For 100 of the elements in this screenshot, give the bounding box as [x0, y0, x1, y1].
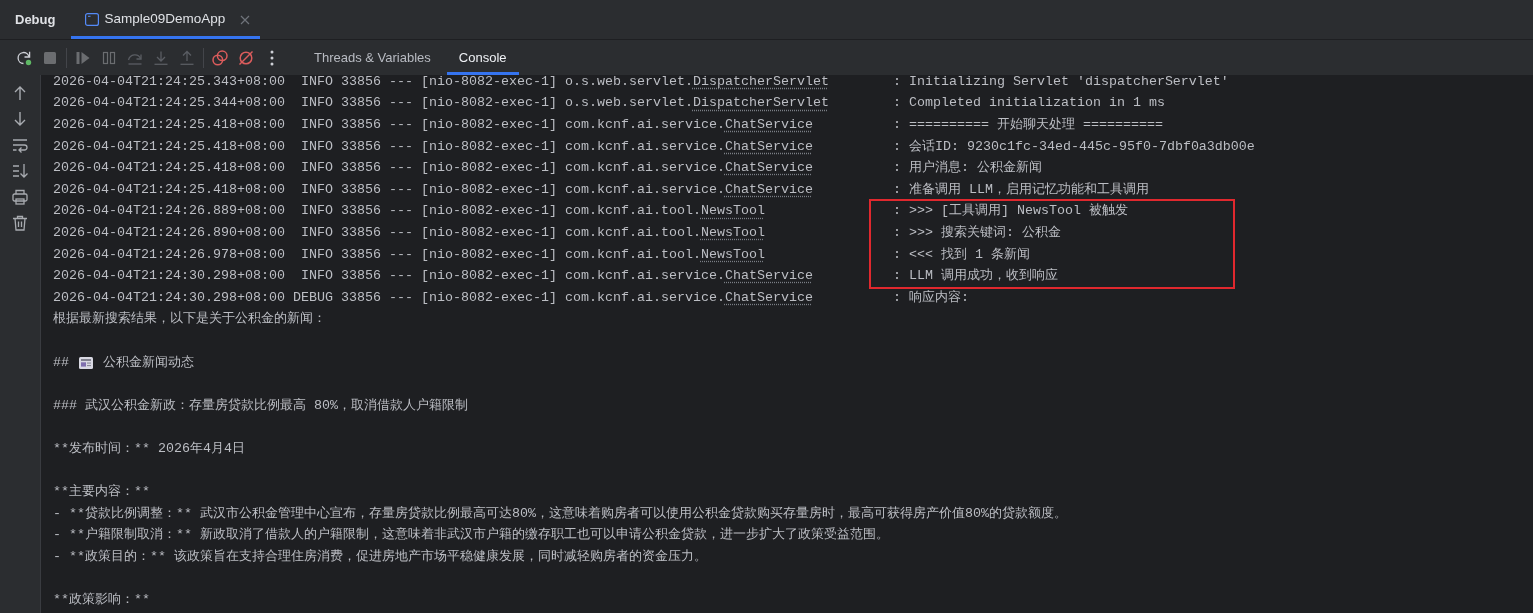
response-line: 根据最新搜索结果，以下是关于公积金的新闻：: [53, 311, 326, 328]
trash-icon[interactable]: [12, 215, 28, 231]
log-separator: ---: [388, 75, 413, 90]
log-timestamp: 2026-04-04T21:24:26.889+08:00: [53, 203, 285, 220]
log-separator: ---: [388, 224, 413, 241]
log-separator: ---: [388, 160, 413, 177]
log-level: INFO: [300, 224, 333, 241]
log-level: INFO: [300, 268, 333, 285]
log-separator: ---: [388, 289, 413, 306]
logger-class-link[interactable]: NewsTool: [700, 224, 765, 241]
log-message: : 会话ID: 9230c1fc-34ed-445c-95f0-7dbf0a3db00e: [892, 138, 1255, 155]
log-pid: 33856: [340, 268, 381, 285]
circular-arrow-icon[interactable]: [16, 49, 32, 66]
logger-package: o.s.web.servlet.: [564, 95, 693, 112]
slashed-circle-icon[interactable]: [238, 49, 254, 66]
log-thread: [nio-8082-exec-1]: [420, 203, 557, 220]
close-icon[interactable]: [240, 14, 251, 25]
log-separator: ---: [388, 181, 413, 198]
logger-class-link[interactable]: ChatService: [724, 268, 813, 285]
response-line: - **贷款比例调整：** 武汉市公积金管理中心宣布，存量房贷款比例最高可达80%，这意味着购房者可以使用公积金贷款购买存量房时，最高可获得房产价值80%的贷款额度。: [53, 505, 1067, 522]
log-separator: ---: [388, 268, 413, 285]
logger-package: com.kcnf.ai.tool.: [564, 246, 701, 263]
heading-marker: ##: [53, 354, 69, 371]
log-message: : <<< 找到 1 条新闻: [892, 246, 1030, 263]
log-pid: 33856: [340, 95, 381, 112]
response-line: **主要内容：**: [53, 484, 150, 501]
arrow-up-icon[interactable]: [12, 85, 28, 101]
logger-package: com.kcnf.ai.service.: [564, 181, 725, 198]
log-message: : Completed initialization in 1 ms: [892, 95, 1165, 112]
view-tab[interactable]: Threads & Variables: [302, 40, 443, 75]
log-message: : LLM 调用成功，收到响应: [892, 268, 1058, 285]
response-line: ### 武汉公积金新政：存量房贷款比例最高 80%，取消借款人户籍限制: [53, 397, 468, 414]
log-timestamp: 2026-04-04T21:24:25.418+08:00: [53, 181, 285, 198]
log-message: : ========== 开始聊天处理 ==========: [892, 117, 1163, 133]
logger-class-link[interactable]: ChatService: [724, 160, 813, 177]
log-thread: [nio-8082-exec-1]: [420, 138, 557, 155]
logger-class-link[interactable]: NewsTool: [700, 246, 765, 263]
log-separator: ---: [388, 95, 413, 112]
log-level: INFO: [300, 138, 333, 155]
log-message: : 准备调用 LLM，启用记忆功能和工具调用: [892, 181, 1149, 198]
logger-class-link[interactable]: DispatcherServlet: [692, 95, 829, 112]
log-pid: 33856: [340, 203, 381, 220]
log-pid: 33856: [340, 224, 381, 241]
log-timestamp: 2026-04-04T21:24:25.343+08:00: [53, 75, 285, 90]
log-pid: 33856: [340, 138, 381, 155]
logger-class-link[interactable]: ChatService: [724, 289, 813, 306]
log-level: DEBUG: [292, 289, 333, 306]
printer-icon[interactable]: [12, 189, 28, 205]
log-thread: [nio-8082-exec-1]: [420, 117, 557, 133]
logger-class-link[interactable]: DispatcherServlet: [692, 75, 829, 90]
log-level: INFO: [300, 246, 333, 263]
logger-class-link[interactable]: ChatService: [724, 181, 813, 198]
logger-package: com.kcnf.ai.service.: [564, 160, 725, 177]
logger-package: com.kcnf.ai.service.: [564, 268, 725, 285]
lines-arrow-down-icon[interactable]: [12, 163, 28, 179]
response-line: - **政策目的：** 该政策旨在支持合理住房消费，促进房地产市场平稳健康发展，同时减轻购房者的资金压力。: [53, 548, 707, 565]
log-level: INFO: [300, 117, 333, 133]
log-message: : 用户消息: 公积金新闻: [892, 160, 1042, 177]
log-timestamp: 2026-04-04T21:24:25.344+08:00: [53, 95, 285, 112]
logger-class-link[interactable]: NewsTool: [700, 203, 765, 220]
log-separator: ---: [388, 203, 413, 220]
newspaper-icon: [79, 356, 93, 369]
logger-class-link[interactable]: ChatService: [724, 138, 813, 155]
logger-package: com.kcnf.ai.tool.: [564, 203, 701, 220]
log-pid: 33856: [340, 246, 381, 263]
log-thread: [nio-8082-exec-1]: [420, 224, 557, 241]
logger-class-link[interactable]: ChatService: [724, 117, 813, 133]
log-level: INFO: [300, 203, 333, 220]
log-thread: [nio-8082-exec-1]: [420, 246, 557, 263]
double-circle-icon[interactable]: [212, 49, 228, 66]
log-separator: ---: [388, 246, 413, 263]
log-thread: [nio-8082-exec-1]: [420, 75, 557, 90]
log-timestamp: 2026-04-04T21:24:30.298+08:00: [53, 268, 285, 285]
response-line: - **户籍限制取消：** 新政取消了借款人的户籍限制，这意味着非武汉市户籍的缴存职工也可以申请公积金贷款，进一步扩大了政策受益范围。: [53, 527, 889, 544]
log-level: INFO: [300, 181, 333, 198]
log-pid: 33856: [340, 160, 381, 177]
log-separator: ---: [388, 117, 413, 133]
log-message: : >>> [工具调用] NewsTool 被触发: [892, 203, 1128, 220]
log-message: : Initializing Servlet 'dispatcherServlet': [892, 75, 1229, 90]
log-level: INFO: [300, 75, 333, 90]
log-message: : 响应内容:: [892, 289, 969, 306]
log-separator: ---: [388, 138, 413, 155]
log-thread: [nio-8082-exec-1]: [420, 181, 557, 198]
logger-package: com.kcnf.ai.service.: [564, 117, 725, 133]
log-timestamp: 2026-04-04T21:24:25.418+08:00: [53, 138, 285, 155]
arrow-down-icon[interactable]: [12, 111, 28, 127]
log-timestamp: 2026-04-04T21:24:25.418+08:00: [53, 160, 285, 177]
log-thread: [nio-8082-exec-1]: [420, 95, 557, 112]
logger-package: com.kcnf.ai.service.: [564, 289, 725, 306]
response-line: **发布时间：** 2026年4月4日: [53, 440, 245, 457]
panel-title: Debug: [14, 10, 56, 29]
response-line: **政策影响：**: [53, 592, 150, 609]
wrap-lines-icon[interactable]: [12, 137, 28, 153]
window-icon: [85, 13, 100, 26]
log-timestamp: 2026-04-04T21:24:30.298+08:00: [53, 289, 285, 306]
response-heading: 公积金新闻动态: [103, 354, 194, 371]
log-thread: [nio-8082-exec-1]: [420, 160, 557, 177]
log-level: INFO: [300, 160, 333, 177]
log-thread: [nio-8082-exec-1]: [420, 289, 557, 306]
log-timestamp: 2026-04-04T21:24:26.890+08:00: [53, 224, 285, 241]
